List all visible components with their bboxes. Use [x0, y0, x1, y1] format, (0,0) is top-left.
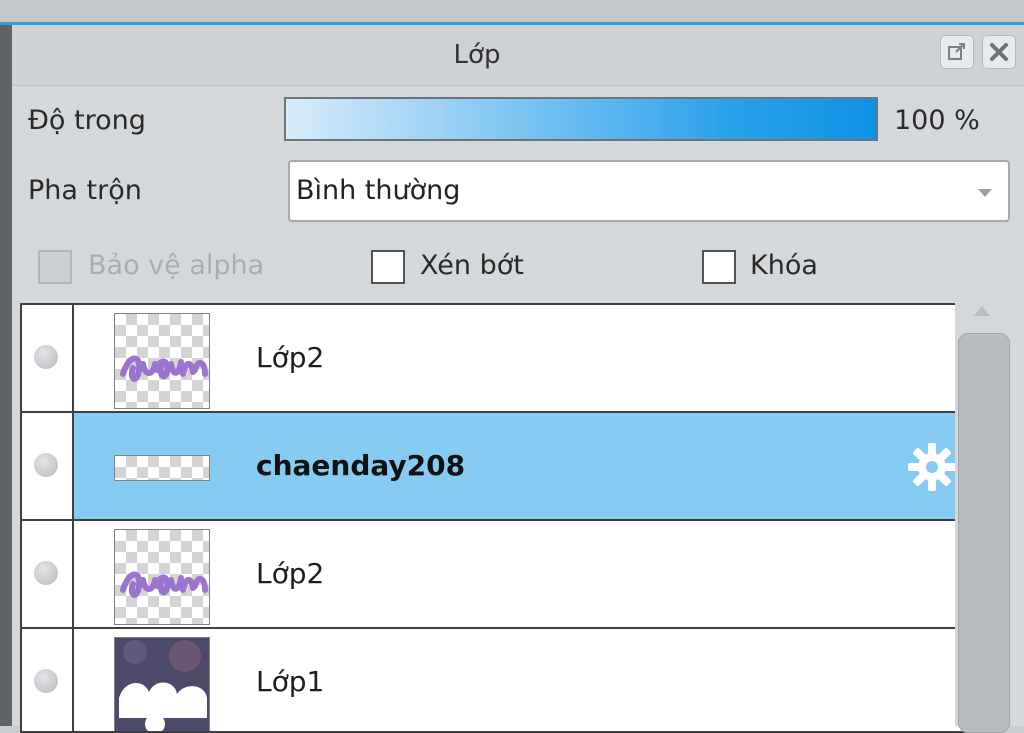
- clip-checkbox[interactable]: [371, 250, 405, 284]
- opacity-slider[interactable]: [284, 97, 878, 141]
- layer-thumbnail: [114, 637, 210, 731]
- clip-label: Xén bớt: [420, 250, 524, 281]
- panel-left-edge: [0, 25, 12, 726]
- visibility-toggle[interactable]: [22, 629, 74, 731]
- visibility-dot-icon: [34, 453, 58, 477]
- window-top-strip: [0, 0, 1024, 22]
- opacity-label: Độ trong: [28, 105, 146, 136]
- visibility-toggle[interactable]: [22, 413, 74, 519]
- script-text-thumbnail-icon: [120, 571, 208, 598]
- layer-row-body[interactable]: Lớp2: [74, 521, 964, 627]
- lock-label: Khóa: [750, 250, 818, 281]
- visibility-toggle[interactable]: [22, 305, 74, 411]
- blend-mode-value: Bình thường: [296, 175, 461, 206]
- layer-row[interactable]: Lớp2: [22, 521, 964, 629]
- layer-row[interactable]: Lớp1: [22, 629, 964, 731]
- layer-row-body[interactable]: Lớp1: [74, 629, 964, 731]
- layer-thumbnail: [114, 455, 210, 481]
- panel-title: Lớp: [453, 40, 501, 70]
- layer-name: chaenday208: [256, 449, 466, 482]
- scroll-up-arrow-icon[interactable]: [974, 306, 990, 316]
- layer-list: Lớp2 chaenday208 Lớp2 Lớp1: [20, 303, 966, 733]
- popout-icon: [948, 43, 965, 60]
- popout-button[interactable]: [940, 35, 974, 69]
- layer-thumbnail: [114, 529, 210, 625]
- visibility-dot-icon: [34, 561, 58, 585]
- scrollbar-thumb[interactable]: [958, 333, 1010, 733]
- chevron-down-icon: [978, 189, 992, 197]
- opacity-slider-fill: [286, 99, 876, 139]
- layers-panel: Lớp Độ trong 100 % Pha trộn Bình thường …: [12, 25, 1024, 733]
- protect-alpha-label: Bảo vệ alpha: [88, 250, 265, 281]
- layer-list-scrollbar[interactable]: [955, 300, 1012, 733]
- visibility-toggle[interactable]: [22, 521, 74, 627]
- blend-mode-label: Pha trộn: [28, 175, 142, 206]
- layer-name: Lớp2: [256, 341, 325, 374]
- layer-name: Lớp2: [256, 557, 325, 590]
- opacity-value: 100 %: [894, 105, 980, 136]
- protect-alpha-checkbox[interactable]: [38, 250, 72, 284]
- script-text-thumbnail-icon: [120, 355, 208, 382]
- lock-checkbox[interactable]: [702, 250, 736, 284]
- close-icon: [990, 43, 1008, 61]
- blend-mode-select[interactable]: Bình thường: [288, 160, 1010, 222]
- layer-thumbnail: [114, 313, 210, 409]
- photo-thumbnail-icon: [115, 638, 209, 731]
- layer-row[interactable]: Lớp2: [22, 305, 964, 413]
- layer-name: Lớp1: [256, 665, 325, 698]
- settings-gear-icon[interactable]: [906, 441, 958, 493]
- panel-title-bar: Lớp: [12, 25, 1024, 86]
- layer-row-body[interactable]: Lớp2: [74, 305, 964, 411]
- close-button[interactable]: [982, 35, 1016, 69]
- visibility-dot-icon: [34, 669, 58, 693]
- layer-row-body[interactable]: chaenday208: [74, 413, 964, 519]
- layer-row-selected[interactable]: chaenday208: [22, 413, 964, 521]
- visibility-dot-icon: [34, 345, 58, 369]
